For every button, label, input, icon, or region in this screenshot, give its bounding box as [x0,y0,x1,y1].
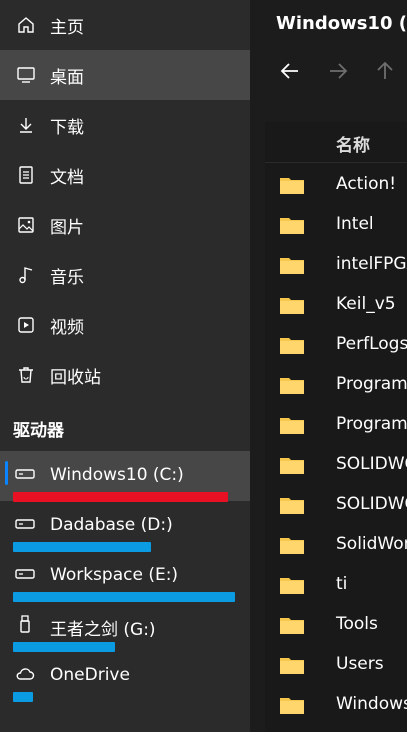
drive-label: Windows10 (C:) [50,465,184,485]
download-icon [16,115,36,135]
file-row[interactable]: Action! [265,165,407,205]
nav-item-label: 桌面 [50,67,84,88]
header-divider [265,162,407,163]
nav-item-label: 回收站 [50,367,101,388]
folder-icon [279,415,305,435]
window-title: Windows10 (C: [276,13,407,34]
up-button[interactable] [372,58,398,84]
file-name: Windows [336,694,407,714]
folder-icon [279,495,305,515]
hard-drive-icon [14,565,36,583]
folder-icon [279,695,305,715]
file-row[interactable]: Intel [265,205,407,245]
nav-item-6[interactable]: 视频 [0,300,250,350]
folder-icon [279,215,305,235]
drive-label: Workspace (E:) [50,565,179,585]
file-row[interactable]: SolidWor [265,525,407,565]
name-column-header[interactable]: 名称 [336,131,370,156]
document-icon [16,165,36,185]
nav-item-2[interactable]: 下载 [0,100,250,150]
drives-section-title: 驱动器 [13,421,64,441]
folder-icon [279,535,305,555]
home-icon [16,15,36,35]
file-name: Keil_v5 [336,294,396,314]
sidebar: 主页桌面下载文档图片音乐视频回收站 驱动器 Windows10 (C:) Dada… [0,0,250,732]
cloud-icon [14,665,36,683]
nav-item-7[interactable]: 回收站 [0,350,250,400]
nav-item-3[interactable]: 文档 [0,150,250,200]
file-name: intelFPGA [336,254,407,274]
hard-drive-icon [14,465,36,483]
file-row[interactable]: Windows [265,685,407,725]
file-name: Tools [336,614,378,634]
file-name: SOLIDWO [336,494,407,514]
nav-item-label: 主页 [50,17,84,38]
file-row[interactable]: SOLIDWO [265,445,407,485]
folder-icon [279,335,305,355]
file-name: SolidWor [336,534,407,554]
file-row[interactable]: Keil_v5 [265,285,407,325]
drive-label: OneDrive [50,665,130,685]
nav-item-1[interactable]: 桌面 [0,50,250,100]
drive-usage-bar [13,692,235,702]
file-name: PerfLogs [336,334,407,354]
folder-icon [279,375,305,395]
file-name: Action! [336,174,397,194]
back-button[interactable] [277,58,303,84]
nav-item-label: 图片 [50,217,84,238]
drive-label: Dadabase (D:) [50,515,173,535]
forward-button[interactable] [325,58,351,84]
nav-item-label: 视频 [50,317,84,338]
file-row[interactable]: intelFPGA [265,245,407,285]
file-row[interactable]: Program [265,405,407,445]
file-name: Intel [336,214,374,234]
file-name: Program [336,374,407,394]
drive-usage-fill [13,692,33,702]
nav-item-label: 音乐 [50,267,84,288]
folder-icon [279,655,305,675]
file-name: Users [336,654,384,674]
file-name: Program [336,414,407,434]
arrow-right-icon [330,63,348,79]
folder-icon [279,615,305,635]
file-row[interactable]: Tools [265,605,407,645]
file-row[interactable]: SOLIDWO [265,485,407,525]
file-row[interactable]: PerfLogs [265,325,407,365]
folder-icon [279,455,305,475]
nav-item-0[interactable]: 主页 [0,0,250,50]
file-row[interactable]: Program [265,365,407,405]
drive-label: 王者之剑 (G:) [50,620,156,640]
folder-icon [279,255,305,275]
nav-item-label: 下载 [50,117,84,138]
picture-icon [16,215,36,235]
file-name: SOLIDWO [336,454,407,474]
recycle-bin-icon [16,365,36,385]
music-icon [16,265,36,285]
nav-item-4[interactable]: 图片 [0,200,250,250]
arrow-left-icon [280,63,298,79]
folder-icon [279,175,305,195]
desktop-icon [16,65,36,85]
nav-item-5[interactable]: 音乐 [0,250,250,300]
file-name: ti [336,574,348,594]
file-row[interactable]: ti [265,565,407,605]
hard-drive-icon [14,515,36,533]
video-icon [16,315,36,335]
usb-drive-icon [14,615,36,633]
arrow-up-icon [377,61,393,79]
folder-icon [279,295,305,315]
file-row[interactable]: Users [265,645,407,685]
folder-icon [279,575,305,595]
nav-item-label: 文档 [50,167,84,188]
selection-indicator [5,461,8,485]
